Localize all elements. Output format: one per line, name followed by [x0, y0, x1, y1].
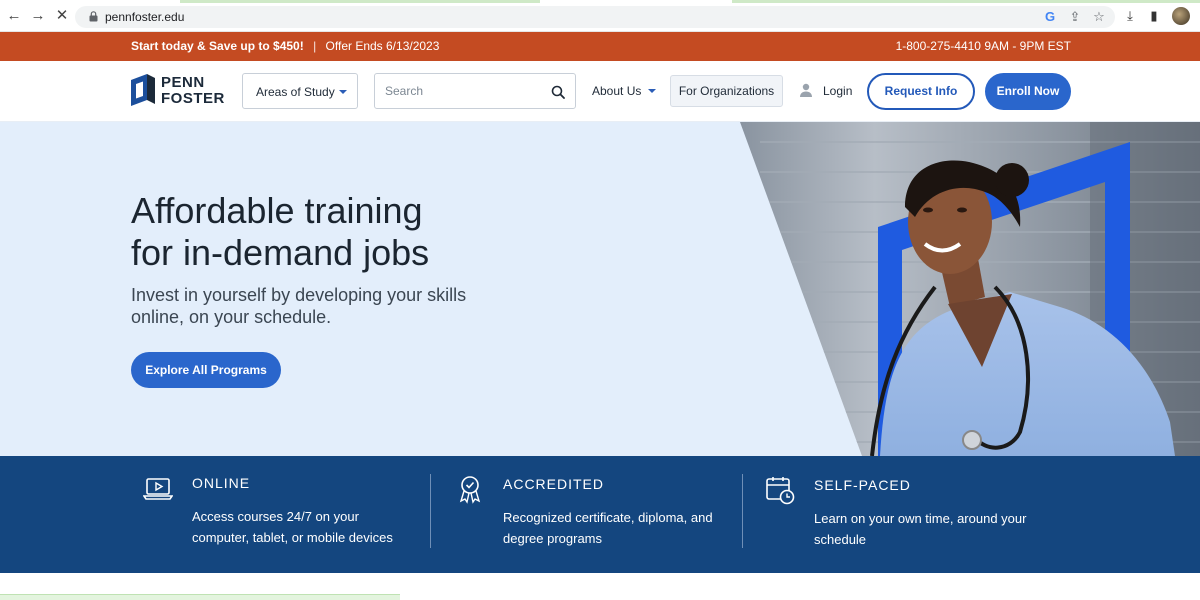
explore-all-programs-button[interactable]: Explore All Programs — [131, 352, 281, 388]
hero-title-line1: Affordable training — [131, 190, 423, 231]
search-icon[interactable] — [551, 85, 565, 99]
logo-text-foster: FOSTER — [161, 90, 225, 107]
features-band: ONLINE Access courses 24/7 on your compu… — [0, 456, 1200, 573]
search-box[interactable] — [374, 73, 576, 109]
lock-icon — [89, 11, 98, 22]
promo-separator: | — [313, 39, 317, 53]
penn-foster-logo[interactable]: PENN FOSTER — [131, 72, 231, 110]
share-icon[interactable]: ⇪ — [1067, 9, 1083, 25]
request-info-button[interactable]: Request Info — [867, 73, 975, 110]
login-label: Login — [823, 84, 853, 98]
feature-self-paced-desc: Learn on your own time, around your sche… — [814, 508, 1044, 550]
address-bar[interactable]: pennfoster.edu G ⇪ ☆ — [75, 6, 1115, 28]
forward-icon[interactable]: → — [30, 8, 46, 24]
chevron-down-icon — [648, 89, 656, 93]
feature-self-paced-desc-line2: schedule — [814, 532, 867, 547]
chevron-down-icon — [339, 90, 347, 94]
address-url: pennfoster.edu — [105, 10, 185, 24]
feature-self-paced-desc-line1: Learn on your own time, around your — [814, 511, 1027, 526]
feature-self-paced-title: SELF-PACED — [814, 477, 911, 493]
calendar-clock-icon — [766, 477, 795, 505]
browser-status-bar — [0, 594, 400, 600]
bookmark-star-icon[interactable]: ☆ — [1091, 9, 1107, 25]
about-us-menu[interactable]: About Us — [592, 84, 656, 98]
for-organizations-button[interactable]: For Organizations — [670, 75, 783, 107]
areas-of-study-label: Areas of Study — [256, 85, 335, 99]
side-panel-icon[interactable]: ▮ — [1146, 8, 1162, 24]
hero-subtitle-line2: online, on your schedule. — [131, 307, 332, 327]
google-lens-icon[interactable]: G — [1042, 9, 1058, 25]
site-header: PENN FOSTER Areas of Study About Us For … — [0, 61, 1200, 122]
download-icon[interactable]: ⤓ — [1122, 8, 1138, 24]
hero-title-line2: for in-demand jobs — [131, 232, 430, 273]
stop-loading-icon[interactable]: ✕ — [54, 8, 70, 24]
feature-self-paced: SELF-PACED Learn on your own time, aroun… — [0, 456, 1200, 573]
logo-text-penn: PENN — [161, 74, 205, 91]
phone-hours[interactable]: 1-800-275-4410 9AM - 9PM EST — [896, 39, 1071, 53]
browser-toolbar: ← → ✕ pennfoster.edu G ⇪ ☆ ⤓ ▮ — [0, 0, 1200, 32]
areas-of-study-dropdown[interactable]: Areas of Study — [242, 73, 358, 109]
promo-offer-text: Offer Ends 6/13/2023 — [325, 39, 440, 53]
enroll-now-button[interactable]: Enroll Now — [985, 73, 1071, 110]
hero-title: Affordable training for in-demand jobs — [131, 190, 551, 274]
hero-section: Affordable training for in-demand jobs I… — [0, 122, 1200, 456]
about-us-label: About Us — [592, 84, 642, 98]
back-icon[interactable]: ← — [6, 8, 22, 24]
page-loading-bar — [0, 0, 1200, 3]
promo-banner: Start today & Save up to $450! | Offer E… — [0, 32, 1200, 61]
search-input[interactable] — [385, 83, 545, 99]
hero-subtitle-line1: Invest in yourself by developing your sk… — [131, 285, 467, 305]
promo-headline[interactable]: Start today & Save up to $450! — [131, 39, 304, 53]
hero-subtitle: Invest in yourself by developing your sk… — [131, 284, 511, 328]
user-icon — [800, 83, 812, 97]
profile-avatar[interactable] — [1172, 7, 1190, 25]
logo-mark-icon — [131, 74, 155, 106]
